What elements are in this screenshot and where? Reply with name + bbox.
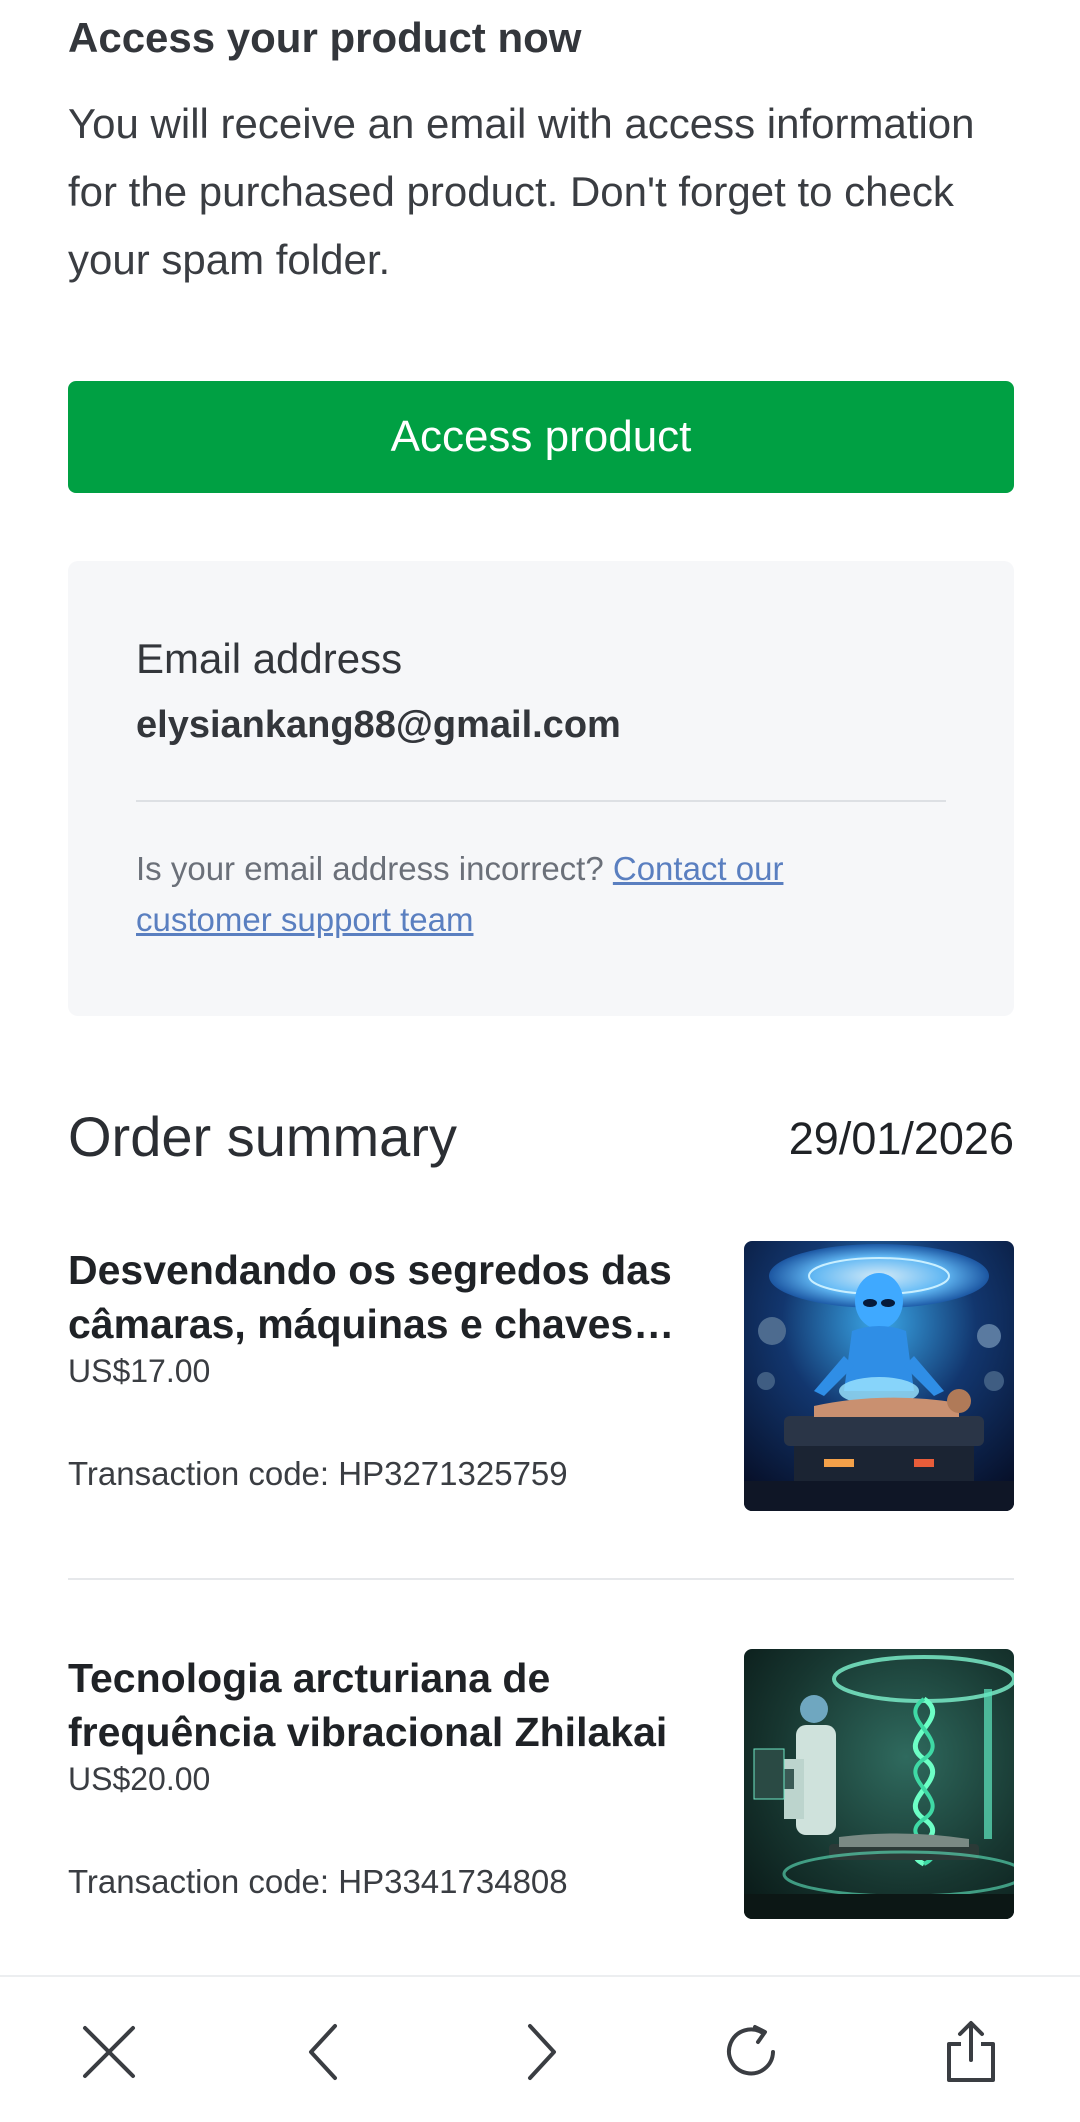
order-item[interactable]: Desvendando os segredos das câmaras, máq… bbox=[68, 1241, 1014, 1515]
order-item[interactable]: Tecnologia arcturiana de frequência vibr… bbox=[68, 1649, 1014, 1923]
item-transaction-code: Transaction code: HP3341734808 bbox=[68, 1863, 568, 1900]
order-date: 29/01/2026 bbox=[788, 1113, 1014, 1164]
item-price: US$20.00 bbox=[68, 1761, 211, 1797]
alien-lab-dna-helix-image bbox=[744, 1649, 1014, 1919]
access-product-button[interactable]: Access product bbox=[68, 381, 1014, 493]
browser-toolbar bbox=[0, 1975, 1080, 2122]
reload-icon[interactable] bbox=[720, 2017, 790, 2087]
back-icon[interactable] bbox=[290, 2017, 360, 2087]
item-name: Desvendando os segredos das câmaras, máq… bbox=[68, 1247, 675, 1347]
item-price: US$17.00 bbox=[68, 1353, 211, 1389]
alien-healing-chamber-image bbox=[744, 1241, 1014, 1511]
email-label: Email address bbox=[136, 635, 403, 682]
divider bbox=[136, 800, 946, 802]
item-transaction-code: Transaction code: HP3271325759 bbox=[68, 1455, 568, 1492]
divider bbox=[68, 1578, 1014, 1580]
item-name: Tecnologia arcturiana de frequência vibr… bbox=[68, 1655, 668, 1755]
email-help-text: Is your email address incorrect? Contact… bbox=[136, 843, 896, 945]
access-description: You will receive an email with access in… bbox=[68, 100, 975, 283]
email-card: Email address elysiankang88@gmail.com Is… bbox=[68, 561, 1014, 1016]
share-icon[interactable] bbox=[936, 2017, 1006, 2087]
email-help-question: Is your email address incorrect? bbox=[136, 850, 613, 887]
close-icon[interactable] bbox=[74, 2017, 144, 2087]
purchase-confirmation-page: Access your product now You will receive… bbox=[0, 0, 1080, 2122]
access-title: Access your product now bbox=[68, 14, 582, 61]
email-value: elysiankang88@gmail.com bbox=[136, 704, 621, 746]
forward-icon[interactable] bbox=[505, 2017, 575, 2087]
order-summary-title: Order summary bbox=[68, 1105, 457, 1168]
